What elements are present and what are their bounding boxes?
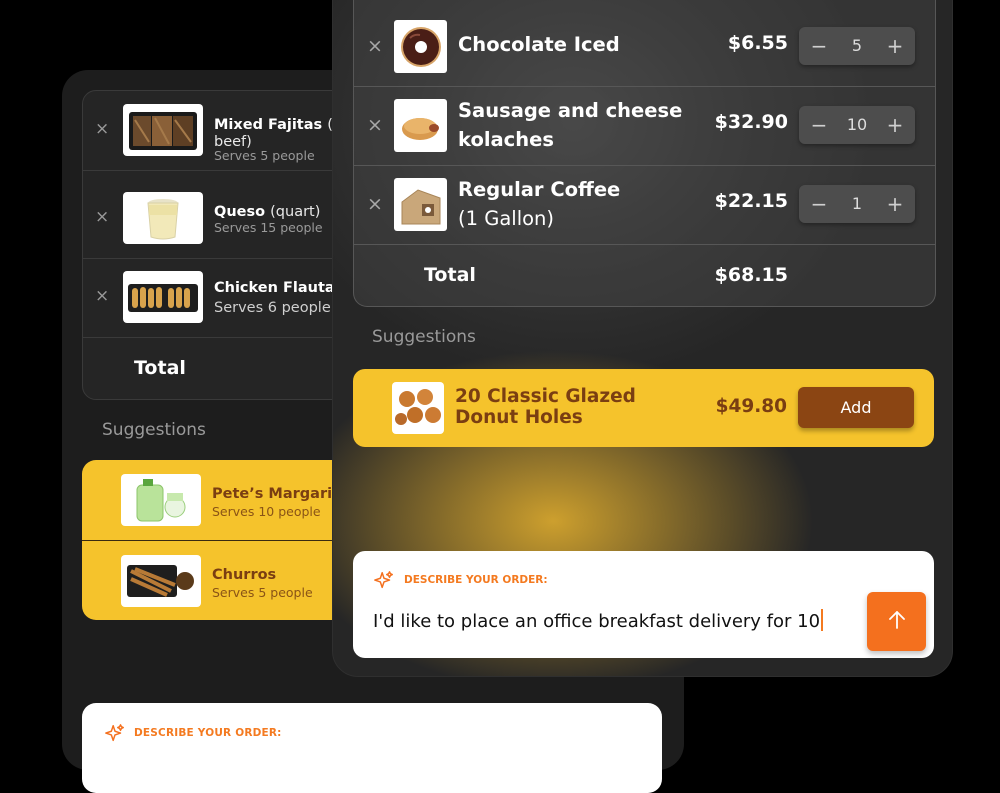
increase-quantity-button[interactable]: + xyxy=(881,106,909,144)
cart-item-name: Sausage and cheese kolaches xyxy=(458,99,683,151)
decrease-quantity-button[interactable]: − xyxy=(805,185,833,223)
flautas-tray-image xyxy=(123,271,203,323)
cart: × Chocolate Iced $6.55 − 5 + × Sausage a… xyxy=(353,0,936,307)
remove-item-icon[interactable]: × xyxy=(367,114,383,136)
cart-item-price: $32.90 xyxy=(714,111,788,133)
donut-holes-image xyxy=(392,382,444,434)
remove-item-icon[interactable]: × xyxy=(95,286,109,306)
suggestion-item: 20 Classic Glazed Donut Holes $49.80 Add xyxy=(353,369,934,447)
cart-row: × Sausage and cheese kolaches $32.90 − 1… xyxy=(354,86,935,166)
cart-total-label: Total xyxy=(134,357,186,379)
describe-order-text[interactable]: I'd like to place an office breakfast de… xyxy=(373,611,820,632)
describe-order-label: DESCRIBE YOUR ORDER: xyxy=(134,727,282,739)
chocolate-donut-image xyxy=(394,20,447,73)
remove-item-icon[interactable]: × xyxy=(95,207,109,227)
add-suggestion-button[interactable]: Add xyxy=(798,387,914,428)
describe-order-input[interactable]: I'd like to place an office breakfast de… xyxy=(373,609,824,632)
churros-tray-image xyxy=(121,555,201,607)
increase-quantity-button[interactable]: + xyxy=(881,27,909,65)
queso-cup-image xyxy=(123,192,203,244)
remove-item-icon[interactable]: × xyxy=(95,119,109,139)
cart-row: × Regular Coffee (1 Gallon) $22.15 − 1 + xyxy=(354,165,935,245)
suggestion-serves: Serves 10 people xyxy=(212,504,321,519)
increase-quantity-button[interactable]: + xyxy=(881,185,909,223)
sparkle-icon xyxy=(373,570,395,596)
suggestions-heading: Suggestions xyxy=(372,327,476,347)
text-caret xyxy=(821,609,824,631)
suggestion-serves: Serves 5 people xyxy=(212,585,313,600)
cart-total-value: $68.15 xyxy=(714,264,788,286)
decrease-quantity-button[interactable]: − xyxy=(805,106,833,144)
send-button[interactable] xyxy=(867,592,926,651)
remove-item-icon[interactable]: × xyxy=(367,193,383,215)
foreground-order-panel: × Chocolate Iced $6.55 − 5 + × Sausage a… xyxy=(332,0,953,677)
cart-item-serves: Serves 6 people xyxy=(214,300,331,316)
arrow-up-icon xyxy=(885,608,909,636)
margarita-jug-image xyxy=(121,474,201,526)
quantity-value[interactable]: 10 xyxy=(833,106,881,144)
describe-order-label: DESCRIBE YOUR ORDER: xyxy=(404,574,548,586)
quantity-stepper[interactable]: − 1 + xyxy=(799,185,915,223)
quantity-stepper[interactable]: − 10 + xyxy=(799,106,915,144)
cart-item-name: Chocolate Iced xyxy=(458,33,620,56)
quantity-stepper[interactable]: − 5 + xyxy=(799,27,915,65)
cart-total-label: Total xyxy=(424,264,476,286)
coffee-box-image xyxy=(394,178,447,231)
cart-item-name: Regular Coffee (1 Gallon) xyxy=(458,178,621,230)
suggestion-price: $49.80 xyxy=(715,396,787,417)
suggestions-heading: Suggestions xyxy=(102,420,206,440)
suggestion-name: Pete’s Margarita xyxy=(212,486,349,502)
cart-item-serves: Serves 15 people xyxy=(214,220,323,235)
cart-row: × Chocolate Iced $6.55 − 5 + xyxy=(354,7,935,87)
remove-item-icon[interactable]: × xyxy=(367,35,383,57)
fajitas-tray-image xyxy=(123,104,203,156)
quantity-value[interactable]: 5 xyxy=(833,27,881,65)
kolache-image xyxy=(394,99,447,152)
describe-order-box[interactable]: DESCRIBE YOUR ORDER: I'd like to place a… xyxy=(353,551,934,658)
describe-order-box[interactable]: DESCRIBE YOUR ORDER: xyxy=(82,703,662,793)
quantity-value[interactable]: 1 xyxy=(833,185,881,223)
cart-item-price: $6.55 xyxy=(727,32,788,54)
sparkle-icon xyxy=(104,723,126,749)
suggestion-name: Churros xyxy=(212,567,277,583)
decrease-quantity-button[interactable]: − xyxy=(805,27,833,65)
suggestion-name: 20 Classic Glazed Donut Holes xyxy=(455,386,636,428)
cart-item-price: $22.15 xyxy=(714,190,788,212)
cart-item-serves: Serves 5 people xyxy=(214,148,315,163)
